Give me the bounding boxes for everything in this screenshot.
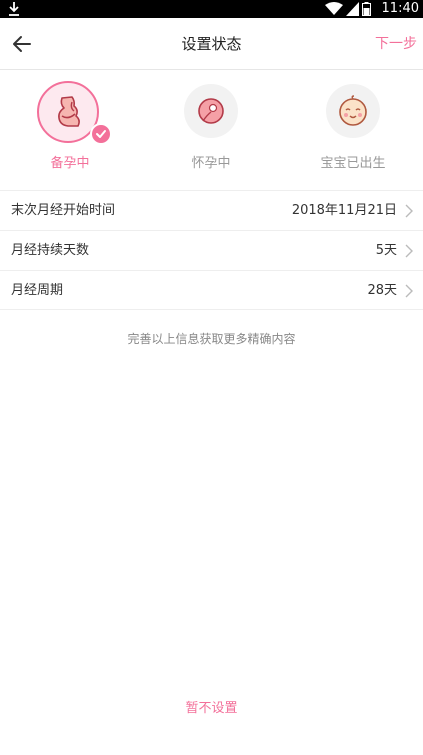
chevron-right-icon <box>405 204 413 218</box>
row-label: 末次月经开始时间 <box>11 203 116 218</box>
state-label: 备孕中 <box>50 156 90 171</box>
state-icon-circle <box>326 84 380 138</box>
page-title: 设置状态 <box>181 35 242 53</box>
signal-icon <box>346 2 359 16</box>
selected-check-icon <box>90 123 112 145</box>
pregnancy-prep-icon <box>58 96 80 127</box>
state-option-baby-born[interactable]: 宝宝已出生 <box>293 70 413 190</box>
period-duration-row[interactable]: 月经持续天数 5天 <box>0 230 423 270</box>
state-option-preparing[interactable]: 备孕中 <box>10 70 130 190</box>
info-hint: 完善以上信息获取更多精确内容 <box>127 332 296 346</box>
state-option-pregnant[interactable]: 怀孕中 <box>151 70 271 190</box>
battery-icon <box>362 2 371 16</box>
chevron-right-icon <box>405 284 413 298</box>
row-label: 月经持续天数 <box>11 243 90 258</box>
row-label: 月经周期 <box>11 283 64 298</box>
status-time: 11:40 <box>381 1 419 16</box>
skip-setup-button[interactable]: 暂不设置 <box>0 697 423 716</box>
status-selector: 备孕中 怀孕中 宝宝已出生 <box>0 70 423 190</box>
status-bar: 11:40 <box>0 0 423 18</box>
fertilized-egg-icon <box>198 98 224 124</box>
cycle-length-row[interactable]: 月经周期 28天 <box>0 270 423 310</box>
top-navigation-bar: 设置状态 下一步 <box>0 18 423 70</box>
cycle-settings-list: 末次月经开始时间 2018年11月21日 月经持续天数 5天 月经周期 28天 <box>0 190 423 310</box>
baby-face-icon <box>339 95 367 126</box>
last-period-start-row[interactable]: 末次月经开始时间 2018年11月21日 <box>0 190 423 230</box>
download-icon <box>9 2 19 16</box>
state-icon-circle <box>184 84 238 138</box>
state-label: 宝宝已出生 <box>320 156 386 171</box>
row-value: 5天 <box>375 243 397 258</box>
next-step-button[interactable]: 下一步 <box>375 18 417 70</box>
wifi-icon <box>325 2 343 15</box>
row-value: 2018年11月21日 <box>291 203 397 218</box>
chevron-right-icon <box>405 244 413 258</box>
row-value: 28天 <box>367 283 397 298</box>
state-label: 怀孕中 <box>191 156 231 171</box>
